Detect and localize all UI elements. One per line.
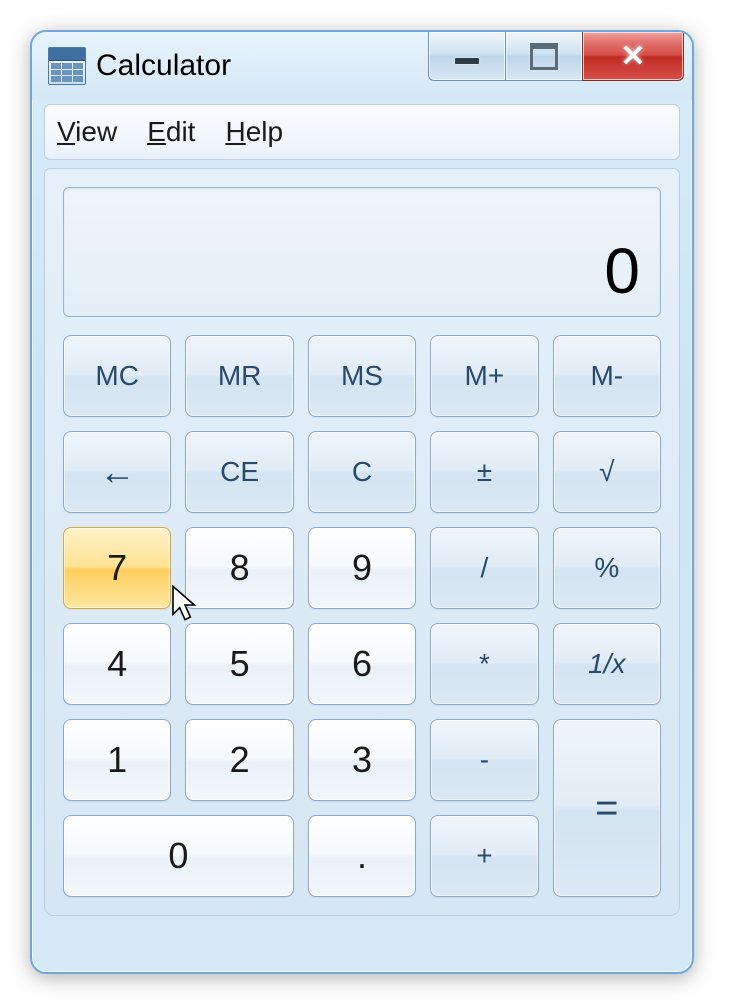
menu-edit[interactable]: Edit — [147, 116, 195, 148]
memory-recall-button[interactable]: MR — [185, 335, 293, 417]
reciprocal-label: 1/x — [588, 648, 625, 680]
digit-5-button[interactable]: 5 — [185, 623, 293, 705]
window-controls: ✕ — [429, 32, 684, 81]
keypad: MC MR MS M+ M- ← CE C ± √ 7 8 9 / % 4 5 … — [63, 335, 661, 897]
digit-2-button[interactable]: 2 — [185, 719, 293, 801]
minimize-icon — [455, 58, 479, 64]
digit-0-button[interactable]: 0 — [63, 815, 294, 897]
negate-button[interactable]: ± — [430, 431, 538, 513]
calculator-window: Calculator ✕ View Edit Help 0 MC MR MS M… — [30, 30, 694, 974]
memory-store-button[interactable]: MS — [308, 335, 416, 417]
digit-8-button[interactable]: 8 — [185, 527, 293, 609]
menu-bar: View Edit Help — [44, 104, 680, 160]
maximize-icon — [530, 43, 558, 70]
backspace-icon: ← — [99, 451, 135, 493]
maximize-button[interactable] — [505, 32, 583, 81]
multiply-button[interactable]: * — [430, 623, 538, 705]
window-title: Calculator — [96, 49, 231, 83]
close-button[interactable]: ✕ — [582, 32, 684, 81]
digit-9-button[interactable]: 9 — [308, 527, 416, 609]
backspace-button[interactable]: ← — [63, 431, 171, 513]
digit-4-button[interactable]: 4 — [63, 623, 171, 705]
display: 0 — [63, 187, 661, 317]
menu-view[interactable]: View — [57, 116, 117, 148]
add-button[interactable]: + — [430, 815, 538, 897]
close-icon: ✕ — [620, 39, 645, 74]
titlebar[interactable]: Calculator ✕ — [32, 32, 692, 100]
subtract-button[interactable]: - — [430, 719, 538, 801]
memory-add-button[interactable]: M+ — [430, 335, 538, 417]
memory-clear-button[interactable]: MC — [63, 335, 171, 417]
reciprocal-button[interactable]: 1/x — [553, 623, 661, 705]
digit-7-button[interactable]: 7 — [63, 527, 171, 609]
minimize-button[interactable] — [428, 32, 506, 81]
sqrt-button[interactable]: √ — [553, 431, 661, 513]
clear-entry-button[interactable]: CE — [185, 431, 293, 513]
digit-1-button[interactable]: 1 — [63, 719, 171, 801]
menu-help[interactable]: Help — [225, 116, 283, 148]
divide-button[interactable]: / — [430, 527, 538, 609]
equals-button[interactable]: = — [553, 719, 661, 897]
client-area: 0 MC MR MS M+ M- ← CE C ± √ 7 8 9 / % 4 … — [44, 168, 680, 916]
decimal-button[interactable]: . — [308, 815, 416, 897]
digit-6-button[interactable]: 6 — [308, 623, 416, 705]
digit-3-button[interactable]: 3 — [308, 719, 416, 801]
calculator-icon — [48, 47, 86, 85]
memory-subtract-button[interactable]: M- — [553, 335, 661, 417]
percent-button[interactable]: % — [553, 527, 661, 609]
clear-button[interactable]: C — [308, 431, 416, 513]
